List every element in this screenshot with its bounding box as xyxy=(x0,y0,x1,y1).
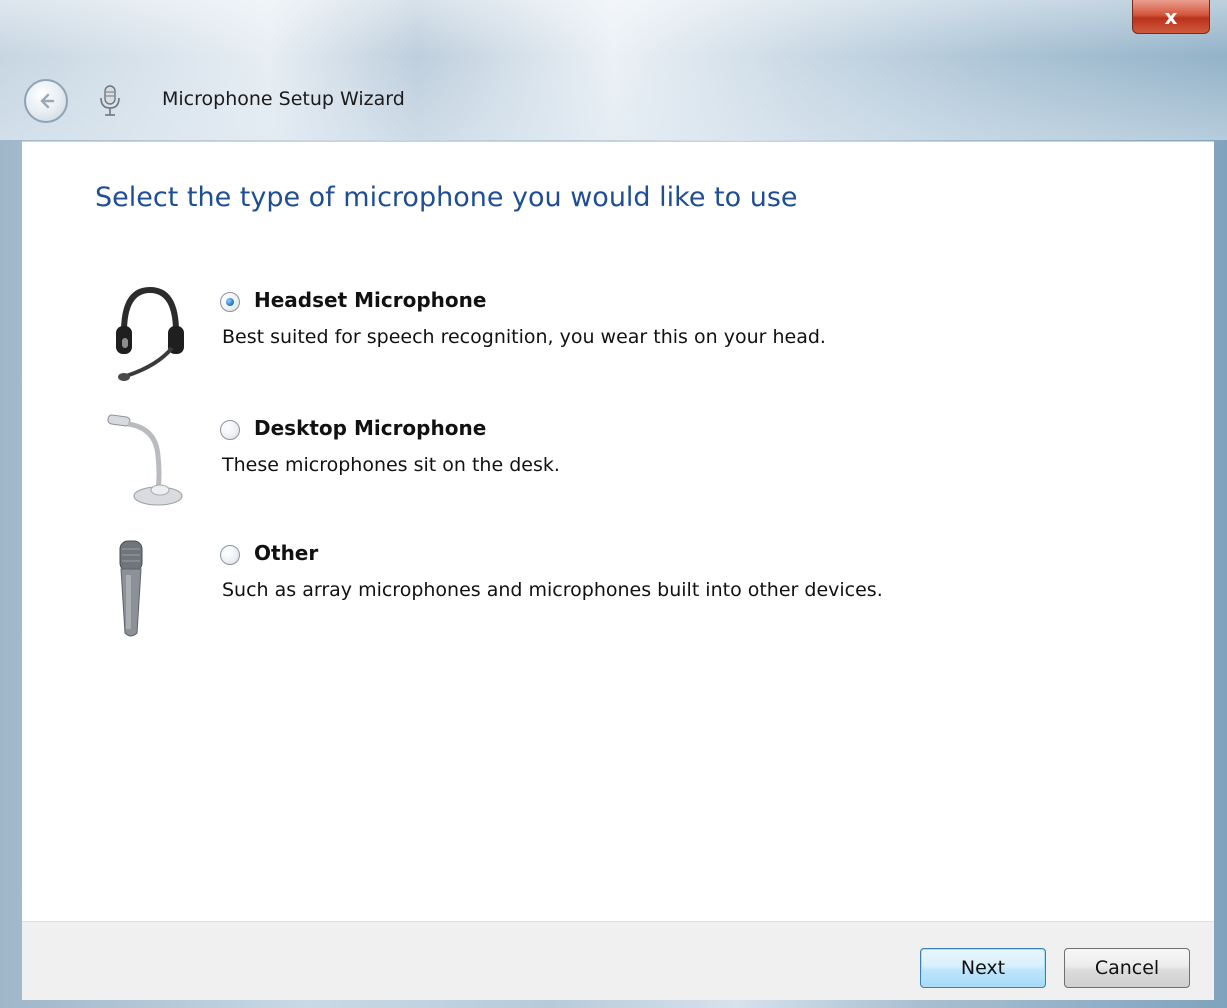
back-arrow-icon xyxy=(40,93,55,109)
window-title: Microphone Setup Wizard xyxy=(162,88,405,110)
radio-headset[interactable] xyxy=(220,292,240,312)
option-headset[interactable]: Headset Microphone Best suited for speec… xyxy=(22,282,1122,392)
wizard-footer: Next Cancel xyxy=(22,921,1214,1000)
option-description: Best suited for speech recognition, you … xyxy=(222,326,826,348)
wizard-content: Select the type of microphone you would … xyxy=(22,141,1214,922)
title-bar xyxy=(0,0,1227,140)
radio-other[interactable] xyxy=(220,545,240,565)
next-button[interactable]: Next xyxy=(920,948,1046,988)
close-icon: x xyxy=(1164,4,1178,29)
close-button[interactable]: x xyxy=(1132,0,1210,34)
option-label: Desktop Microphone xyxy=(254,416,487,440)
handheld-microphone-icon xyxy=(119,540,143,637)
microphone-icon xyxy=(100,85,120,116)
wizard-window: x Microphone Setup Wizard Select the typ… xyxy=(0,0,1227,1008)
back-button[interactable] xyxy=(24,79,68,123)
radio-desktop[interactable] xyxy=(220,420,240,440)
option-description: Such as array microphones and microphone… xyxy=(222,579,883,601)
option-label: Headset Microphone xyxy=(254,288,487,312)
option-desktop[interactable]: Desktop Microphone These microphones sit… xyxy=(22,410,1122,520)
desktop-microphone-icon xyxy=(107,414,183,506)
page-heading: Select the type of microphone you would … xyxy=(95,182,798,213)
option-label: Other xyxy=(254,541,319,565)
option-description: These microphones sit on the desk. xyxy=(222,454,560,476)
cancel-button[interactable]: Cancel xyxy=(1064,948,1190,988)
headset-microphone-icon xyxy=(116,286,184,381)
option-other[interactable]: Other Such as array microphones and micr… xyxy=(22,535,1122,645)
